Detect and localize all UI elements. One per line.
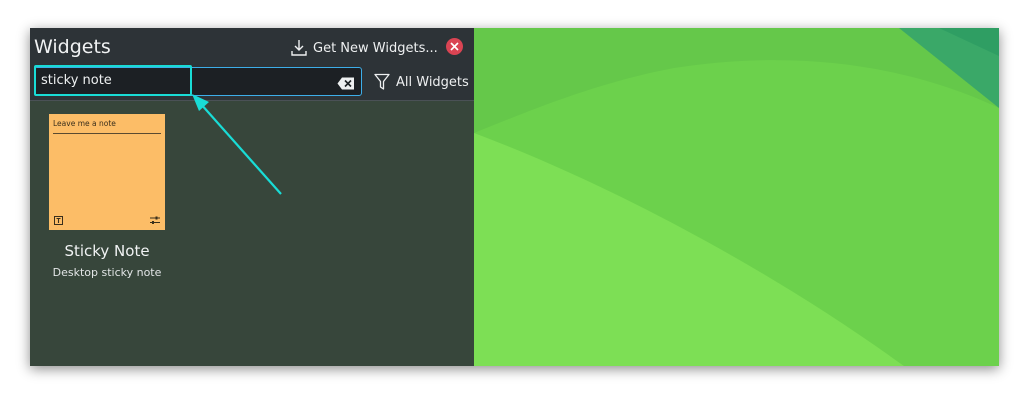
screenshot-frame: Widgets Get New Widgets... sticky note A… bbox=[30, 28, 999, 366]
pointer-arrow-annotation bbox=[192, 94, 282, 195]
